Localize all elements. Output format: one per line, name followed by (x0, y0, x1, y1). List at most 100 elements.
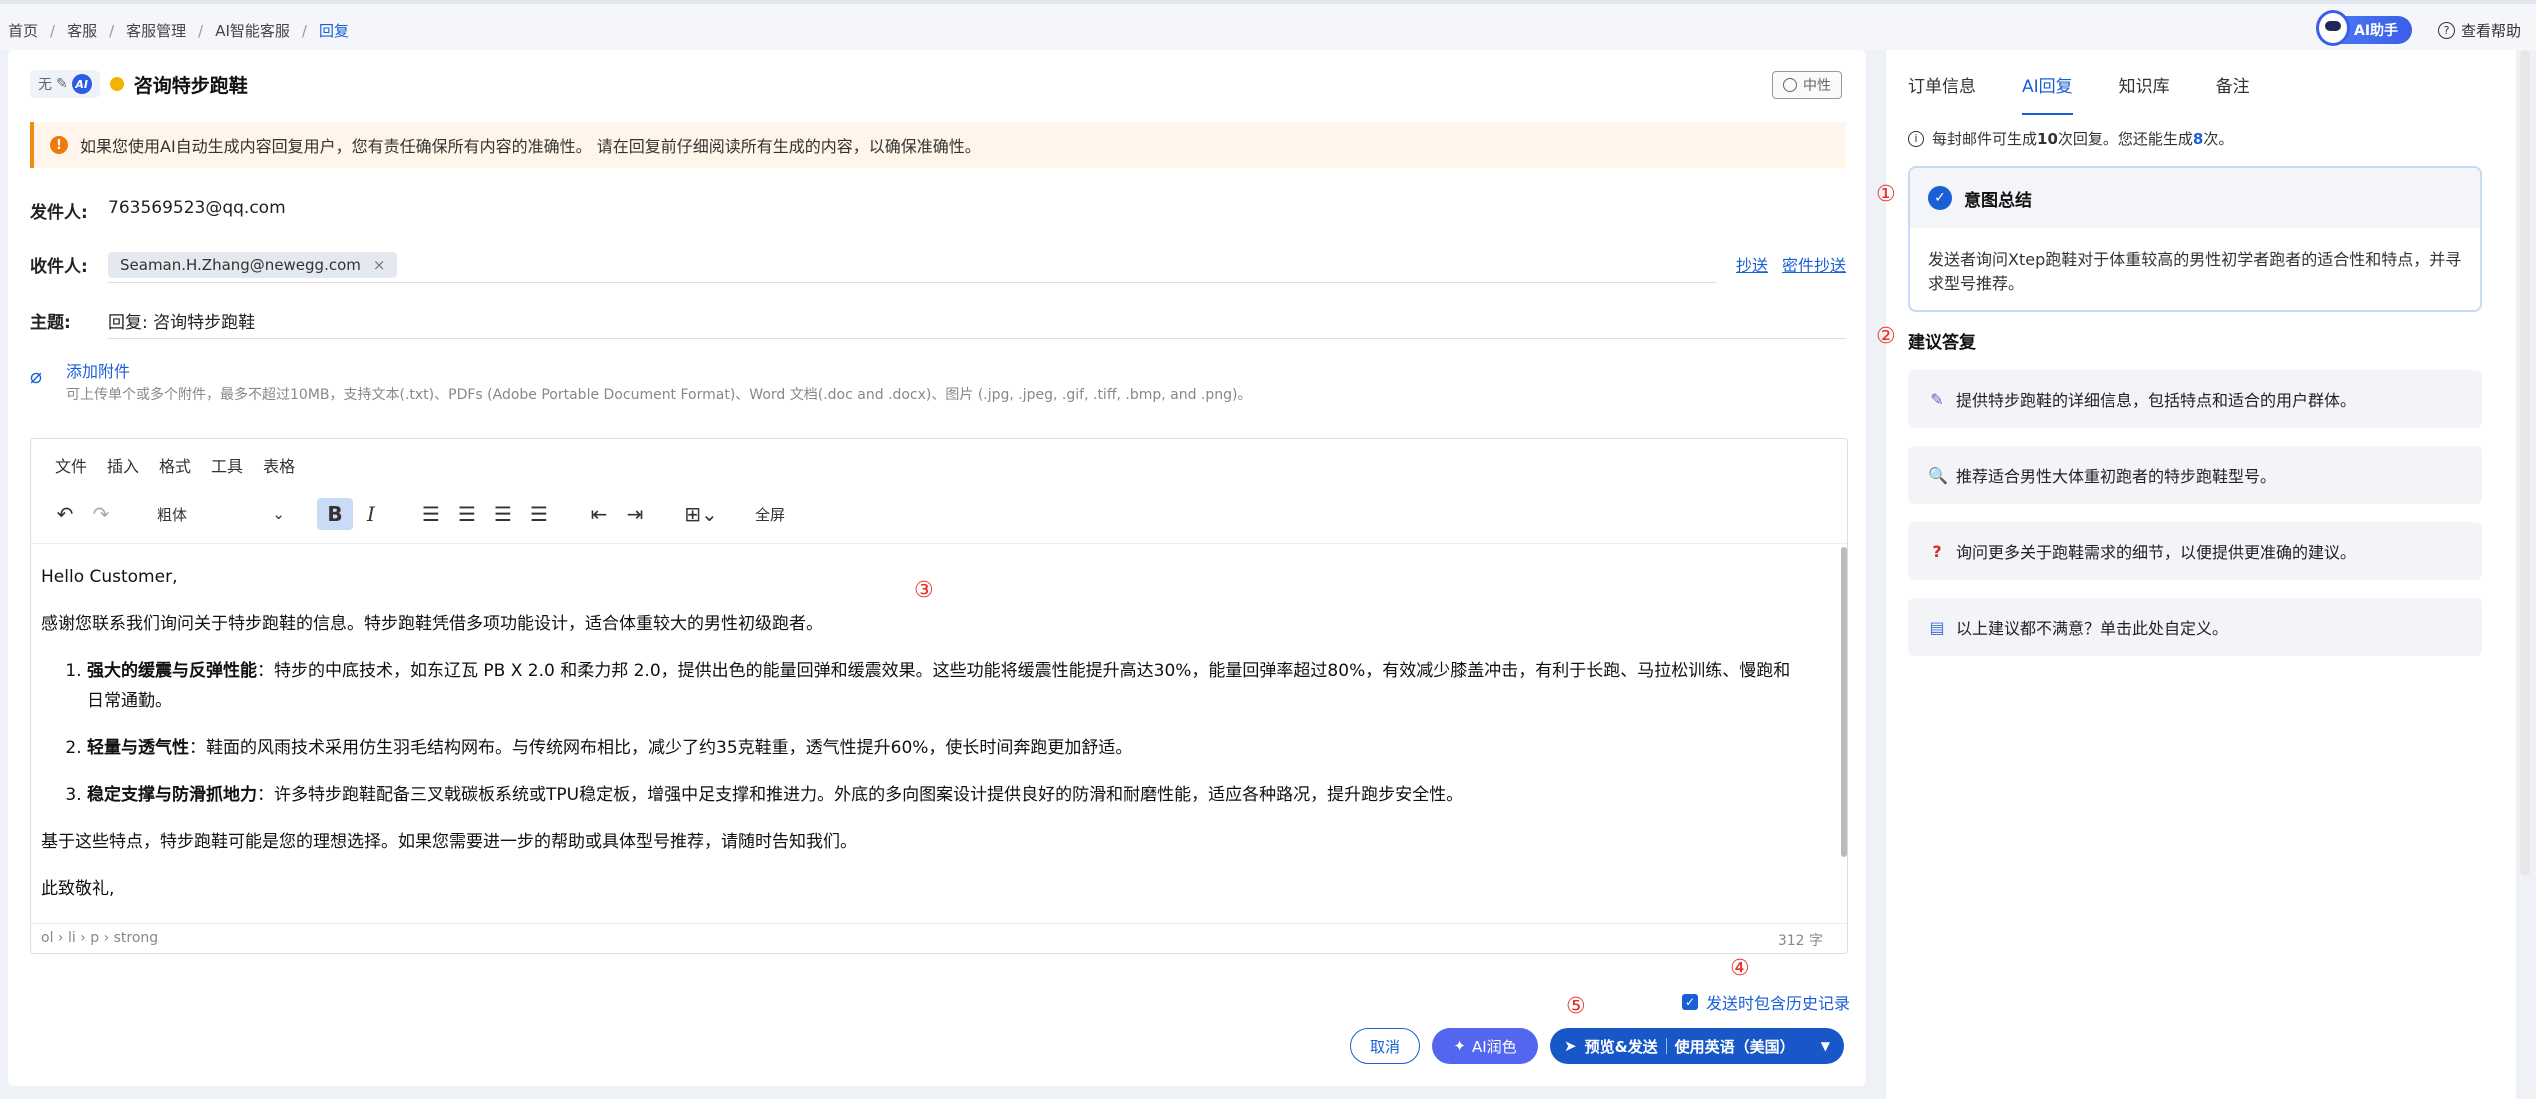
font-select[interactable]: 粗体 ⌄ (149, 498, 293, 530)
pen-icon: ✎ (1930, 389, 1944, 409)
ai-mode-toggle[interactable]: 无 ✎ AI (30, 70, 100, 98)
page-title: 咨询特步跑鞋 (133, 74, 248, 97)
language-label: 使用英语（美国） (1674, 1037, 1795, 1056)
indent-icon[interactable]: ⇥ (617, 498, 653, 530)
editor-toolbar: ↶ ↷ 粗体 ⌄ B I ☰ ☰ ☰ ☰ ⇤ ⇥ ⊞⌄ 全屏 (47, 495, 785, 533)
align-justify-icon[interactable]: ☰ (521, 498, 557, 530)
quota-mid: 次回复。您还能生成 (2057, 130, 2193, 148)
ai-helper-label: AI助手 (2354, 23, 2399, 39)
suggestion-item[interactable]: ▤ 以上建议都不满意？单击此处自定义。 (1908, 598, 2482, 656)
smile-icon (1783, 78, 1797, 92)
list-item-title: 轻量与透气性 (87, 738, 189, 758)
fullscreen-button[interactable]: 全屏 (755, 504, 785, 525)
robot-icon (2316, 10, 2350, 46)
list-item: 轻量与透气性：鞋面的风雨技术采用仿生羽毛结构网布。与传统网布相比，减少了约35克… (87, 733, 1801, 763)
edit-box-icon: ▤ (1929, 617, 1945, 637)
tab-ai-reply[interactable]: AI回复 (2022, 72, 2073, 115)
list-item-title: 强大的缓震与反弹性能 (87, 661, 257, 681)
to-label: 收件人: (30, 257, 88, 277)
menu-tools[interactable]: 工具 (211, 453, 243, 477)
editor-scrollbar[interactable] (1841, 547, 1847, 857)
breadcrumb-home[interactable]: 首页 (8, 20, 38, 41)
quota-pre: 每封邮件可生成 (1932, 130, 2038, 148)
to-underline (108, 282, 1716, 283)
list-item-body: ：鞋面的风雨技术采用仿生羽毛结构网布。与传统网布相比，减少了约35克鞋重，透气性… (189, 738, 1133, 758)
question-mark-icon: ? (1932, 541, 1942, 561)
align-center-icon[interactable]: ☰ (449, 498, 485, 530)
page-scrollbar[interactable] (2520, 50, 2530, 876)
table-icon[interactable]: ⊞⌄ (677, 498, 725, 530)
attachment-hint: 可上传单个或多个附件，最多不超过10MB，支持文本(.txt)、PDFs (Ad… (66, 387, 1252, 403)
help-link[interactable]: ? 查看帮助 (2438, 20, 2521, 41)
align-right-icon[interactable]: ☰ (485, 498, 521, 530)
magic-wand-icon: ✦ (1453, 1037, 1466, 1055)
editor-statusbar: ol › li › p › strong 312 字 (31, 923, 1847, 953)
menu-format[interactable]: 格式 (159, 453, 191, 477)
suggestion-item[interactable]: ✎ 提供特步跑鞋的详细信息，包括特点和适合的用户群体。 (1908, 370, 2482, 428)
subject-label: 主题: (30, 313, 71, 333)
chevron-down-icon: ⌄ (272, 505, 285, 523)
from-value: 763569523@qq.com (108, 198, 286, 218)
suggestion-text: 以上建议都不满意？单击此处自定义。 (1956, 619, 2229, 638)
align-left-icon[interactable]: ☰ (413, 498, 449, 530)
bold-button[interactable]: B (317, 498, 353, 530)
cancel-button[interactable]: 取消 (1350, 1028, 1420, 1064)
feature-list: 强大的缓震与反弹性能：特步的中底技术，如东辽瓦 PB X 2.0 和柔力邦 2.… (41, 656, 1801, 810)
info-icon: i (1908, 130, 1924, 147)
sentiment-badge: 中性 (1772, 71, 1842, 99)
italic-button[interactable]: I (353, 498, 389, 530)
mode-off-label: 无 (38, 77, 52, 93)
top-bar: 首页 / 客服 / 客服管理 / AI智能客服 / 回复 AI助手 ? 查看帮助 (0, 0, 2536, 50)
outdent-icon[interactable]: ⇤ (581, 498, 617, 530)
marker-3: ③ (914, 578, 934, 603)
priority-dot-icon (109, 77, 124, 91)
preview-send-button[interactable]: ➤ 预览&发送 使用英语（美国） ▼ (1550, 1028, 1844, 1064)
assistant-sidebar: 订单信息 AI回复 知识库 备注 i 每封邮件可生成10次回复。您还能生成8次。… (1876, 50, 2516, 1099)
breadcrumb-service-mgmt[interactable]: 客服管理 (126, 20, 186, 41)
include-history-checkbox[interactable]: ✓ 发送时包含历史记录 (1682, 990, 1850, 1014)
tab-notes[interactable]: 备注 (2216, 72, 2250, 115)
menu-insert[interactable]: 插入 (107, 453, 139, 477)
sentiment-label: 中性 (1803, 78, 1831, 94)
breadcrumb: 首页 / 客服 / 客服管理 / AI智能客服 / 回复 (8, 20, 349, 41)
ai-helper-button[interactable]: AI助手 (2316, 10, 2412, 46)
suggestion-text: 询问更多关于跑鞋需求的细节，以便提供更准确的建议。 (1956, 543, 2357, 562)
quota-info: i 每封邮件可生成10次回复。您还能生成8次。 (1908, 128, 2233, 149)
recipient-chip[interactable]: Seaman.H.Zhang@newegg.com × (108, 252, 398, 278)
list-item-body: ：特步的中底技术，如东辽瓦 PB X 2.0 和柔力邦 2.0，提供出色的能量回… (87, 661, 1791, 711)
editor-menubar: 文件 插入 格式 工具 表格 (55, 453, 295, 477)
check-circle-icon: ✓ (1928, 186, 1952, 210)
paperclip-icon[interactable]: ⌀ (30, 364, 42, 388)
quota-left: 8 (2192, 130, 2204, 148)
tab-knowledge[interactable]: 知识库 (2119, 72, 2170, 115)
menu-file[interactable]: 文件 (55, 453, 87, 477)
bcc-link[interactable]: 密件抄送 (1782, 252, 1846, 276)
add-attachment-link[interactable]: 添加附件 (66, 358, 130, 382)
intro-text: 感谢您联系我们询问关于特步跑鞋的信息。特步跑鞋凭借多项功能设计，适合体重较大的男… (41, 614, 823, 634)
breadcrumb-ai-service[interactable]: AI智能客服 (215, 20, 290, 41)
question-icon: ? (2438, 22, 2455, 39)
cc-link[interactable]: 抄送 (1736, 252, 1768, 276)
intent-title: 意图总结 (1964, 190, 2032, 211)
signoff-text: 此致敬礼, (41, 879, 115, 899)
tab-order-info[interactable]: 订单信息 (1908, 72, 1976, 115)
font-select-value: 粗体 (157, 505, 188, 524)
breadcrumb-service[interactable]: 客服 (67, 20, 97, 41)
menu-table[interactable]: 表格 (263, 453, 295, 477)
subject-underline (108, 338, 1846, 339)
suggestion-item[interactable]: ? 询问更多关于跑鞋需求的细节，以便提供更准确的建议。 (1908, 522, 2482, 580)
redo-icon[interactable]: ↷ (83, 498, 119, 530)
ai-polish-label: AI润色 (1471, 1037, 1517, 1056)
sidebar-tabs: 订单信息 AI回复 知识库 备注 (1908, 72, 2250, 115)
ai-polish-button[interactable]: ✦ AI润色 (1432, 1028, 1538, 1064)
subject-input[interactable]: 回复: 咨询特步跑鞋 (108, 308, 255, 333)
caret-down-icon[interactable]: ▼ (1821, 1039, 1830, 1053)
intent-summary-card: ✓ 意图总结 发送者询问Xtep跑鞋对于体重较高的男性初学者跑者的适合性和特点，… (1908, 166, 2482, 312)
ai-warning-banner: ! 如果您使用AI自动生成内容回复用户，您有责任确保所有内容的准确性。 请在回复… (30, 122, 1846, 168)
close-icon[interactable]: × (373, 256, 386, 274)
suggestion-item[interactable]: 🔍 推荐适合男性大体重初跑者的特步跑鞋型号。 (1908, 446, 2482, 504)
undo-icon[interactable]: ↶ (47, 498, 83, 530)
from-label: 发件人: (30, 203, 88, 223)
suggestion-text: 提供特步跑鞋的详细信息，包括特点和适合的用户群体。 (1956, 391, 2357, 410)
editor-content[interactable]: Hello Customer, 感谢您联系我们询问关于特步跑鞋的信息。特步跑鞋凭… (31, 543, 1847, 923)
